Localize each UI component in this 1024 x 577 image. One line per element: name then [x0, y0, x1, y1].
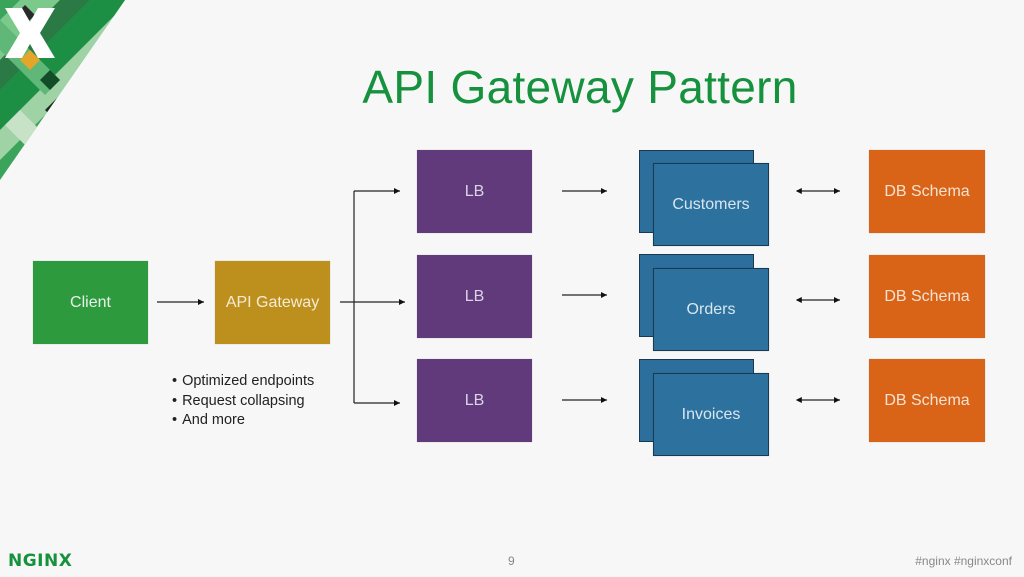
service-box-orders: Orders: [653, 268, 769, 351]
gateway-note: Request collapsing: [172, 392, 314, 412]
gateway-note: And more: [172, 411, 314, 431]
load-balancer-box: LB: [417, 255, 532, 338]
service-box-invoices: Invoices: [653, 373, 769, 456]
db-schema-box: DB Schema: [869, 359, 985, 442]
nginx-logo: NGINX: [8, 551, 73, 571]
gateway-note: Optimized endpoints: [172, 372, 314, 392]
db-schema-box: DB Schema: [869, 150, 985, 233]
client-box: Client: [33, 261, 148, 344]
db-schema-box: DB Schema: [869, 255, 985, 338]
load-balancer-box: LB: [417, 150, 532, 233]
gateway-notes-list: Optimized endpoints Request collapsing A…: [172, 372, 314, 431]
service-box-customers: Customers: [653, 163, 769, 246]
api-gateway-box: API Gateway: [215, 261, 330, 344]
hashtags: #nginx #nginxconf: [915, 554, 1012, 568]
page-number: 9: [508, 554, 515, 568]
load-balancer-box: LB: [417, 359, 532, 442]
